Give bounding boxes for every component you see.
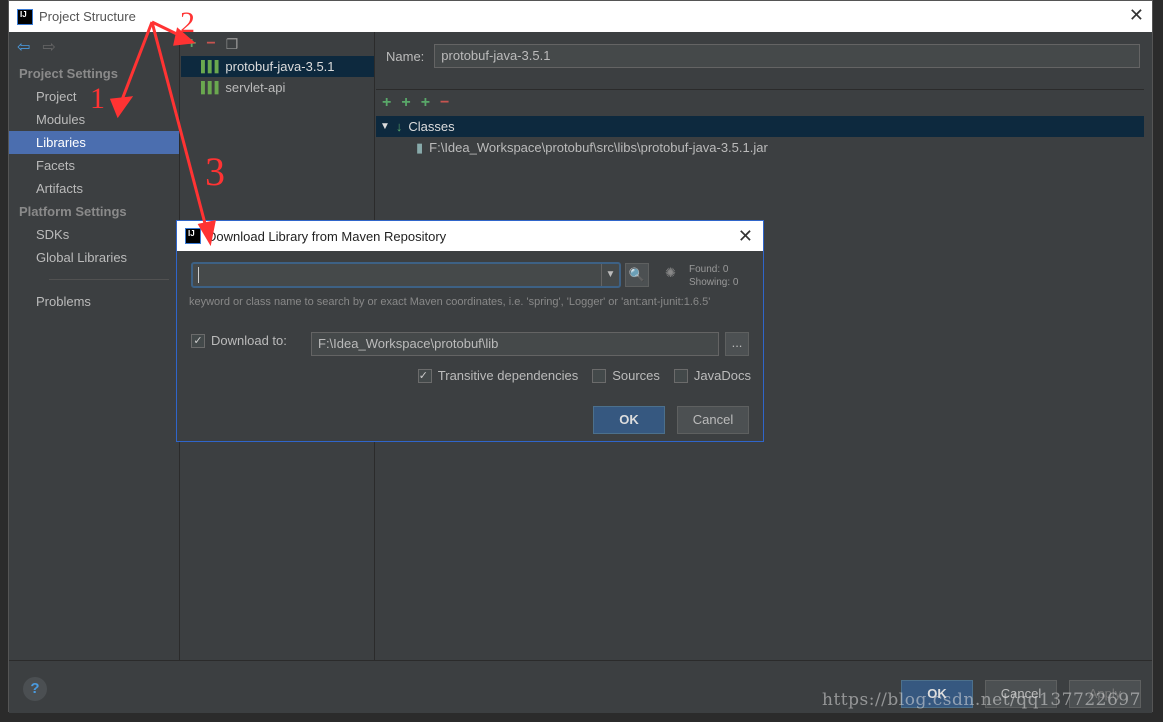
sources-checkbox[interactable] [592, 368, 607, 383]
javadocs-checkbox[interactable] [673, 368, 688, 383]
help-button[interactable]: ? [23, 677, 47, 701]
dialog-cancel-button[interactable]: Cancel [677, 406, 749, 434]
search-hint: keyword or class name to search by or ex… [189, 296, 711, 308]
search-button[interactable]: 🔍 [625, 263, 649, 287]
download-to-label: Download to: [211, 333, 287, 348]
sidebar-item-global-libraries[interactable]: Global Libraries [9, 246, 179, 269]
section-project-settings: Project Settings [19, 66, 118, 81]
chevron-down-icon[interactable]: ▼ [601, 264, 619, 286]
sidebar-item-modules[interactable]: Modules [9, 108, 179, 131]
sidebar-item-facets[interactable]: Facets [9, 154, 179, 177]
jar-icon: ▮ [416, 139, 424, 155]
window-title: Project Structure [39, 9, 136, 24]
browse-button[interactable]: ... [725, 332, 749, 356]
library-icon: ▌▌▌ [201, 81, 222, 94]
intellij-logo-icon: IJ _ [17, 8, 33, 28]
found-count: Found: 0 [689, 264, 729, 275]
name-input[interactable]: protobuf-java-3.5.1 [434, 44, 1141, 68]
title-bar: IJ _ Project Structure ✕ [9, 1, 1152, 32]
sidebar-item-artifacts[interactable]: Artifacts [9, 177, 179, 200]
intellij-logo-icon: IJ _ [185, 228, 201, 247]
remove-icon[interactable]: − [440, 94, 449, 112]
sidebar: ⇦ ⇨ Project Settings Project Modules Libr… [9, 32, 180, 660]
back-arrow-icon[interactable]: ⇦ [17, 37, 30, 57]
copy-icon[interactable]: ❐ [226, 36, 239, 53]
library-item[interactable]: ▌▌▌ servlet-api [181, 77, 374, 98]
watermark: https://blog.csdn.net/qq137722697 [822, 690, 1141, 710]
forward-arrow-icon[interactable]: ⇨ [42, 37, 55, 57]
classes-node[interactable]: ▼ ↓ Classes [376, 116, 1144, 137]
sidebar-item-project[interactable]: Project [9, 85, 179, 108]
divider [49, 279, 169, 280]
section-platform-settings: Platform Settings [19, 204, 127, 219]
classes-icon: ↓ [395, 119, 403, 134]
dialog-title: Download Library from Maven Repository [207, 228, 447, 244]
download-to-checkbox[interactable]: ✓ [191, 333, 205, 348]
add-jar-icon[interactable]: + [421, 94, 430, 112]
maven-download-dialog: IJ _ Download Library from Maven Repositor… [176, 220, 764, 442]
name-label: Name: [386, 48, 425, 64]
sidebar-item-problems[interactable]: Problems [9, 290, 179, 313]
add-url-icon[interactable]: + [401, 94, 410, 112]
remove-icon[interactable]: − [206, 35, 215, 53]
download-path-input[interactable]: F:\Idea_Workspace\protobuf\lib [311, 332, 719, 356]
library-icon: ▌▌▌ [201, 60, 222, 73]
add-icon[interactable]: + [382, 94, 391, 112]
add-icon[interactable]: + [187, 35, 196, 53]
expand-triangle-icon[interactable]: ▼ [380, 121, 390, 132]
close-icon[interactable]: ✕ [738, 226, 753, 247]
search-icon: 🔍 [628, 267, 646, 282]
jar-node[interactable]: ▮ F:\Idea_Workspace\protobuf\src\libs\pro… [376, 137, 1144, 158]
dialog-ok-button[interactable]: OK [593, 406, 665, 434]
spinner-icon: ✺ [665, 265, 676, 280]
sidebar-item-libraries[interactable]: Libraries [9, 131, 179, 154]
transitive-checkbox[interactable]: ✓ [417, 368, 432, 383]
library-item[interactable]: ▌▌▌ protobuf-java-3.5.1 [181, 56, 374, 77]
showing-count: Showing: 0 [689, 277, 739, 288]
sidebar-item-sdks[interactable]: SDKs [9, 223, 179, 246]
maven-search-input[interactable]: ▼ [191, 262, 621, 288]
close-icon[interactable]: ✕ [1129, 5, 1144, 26]
